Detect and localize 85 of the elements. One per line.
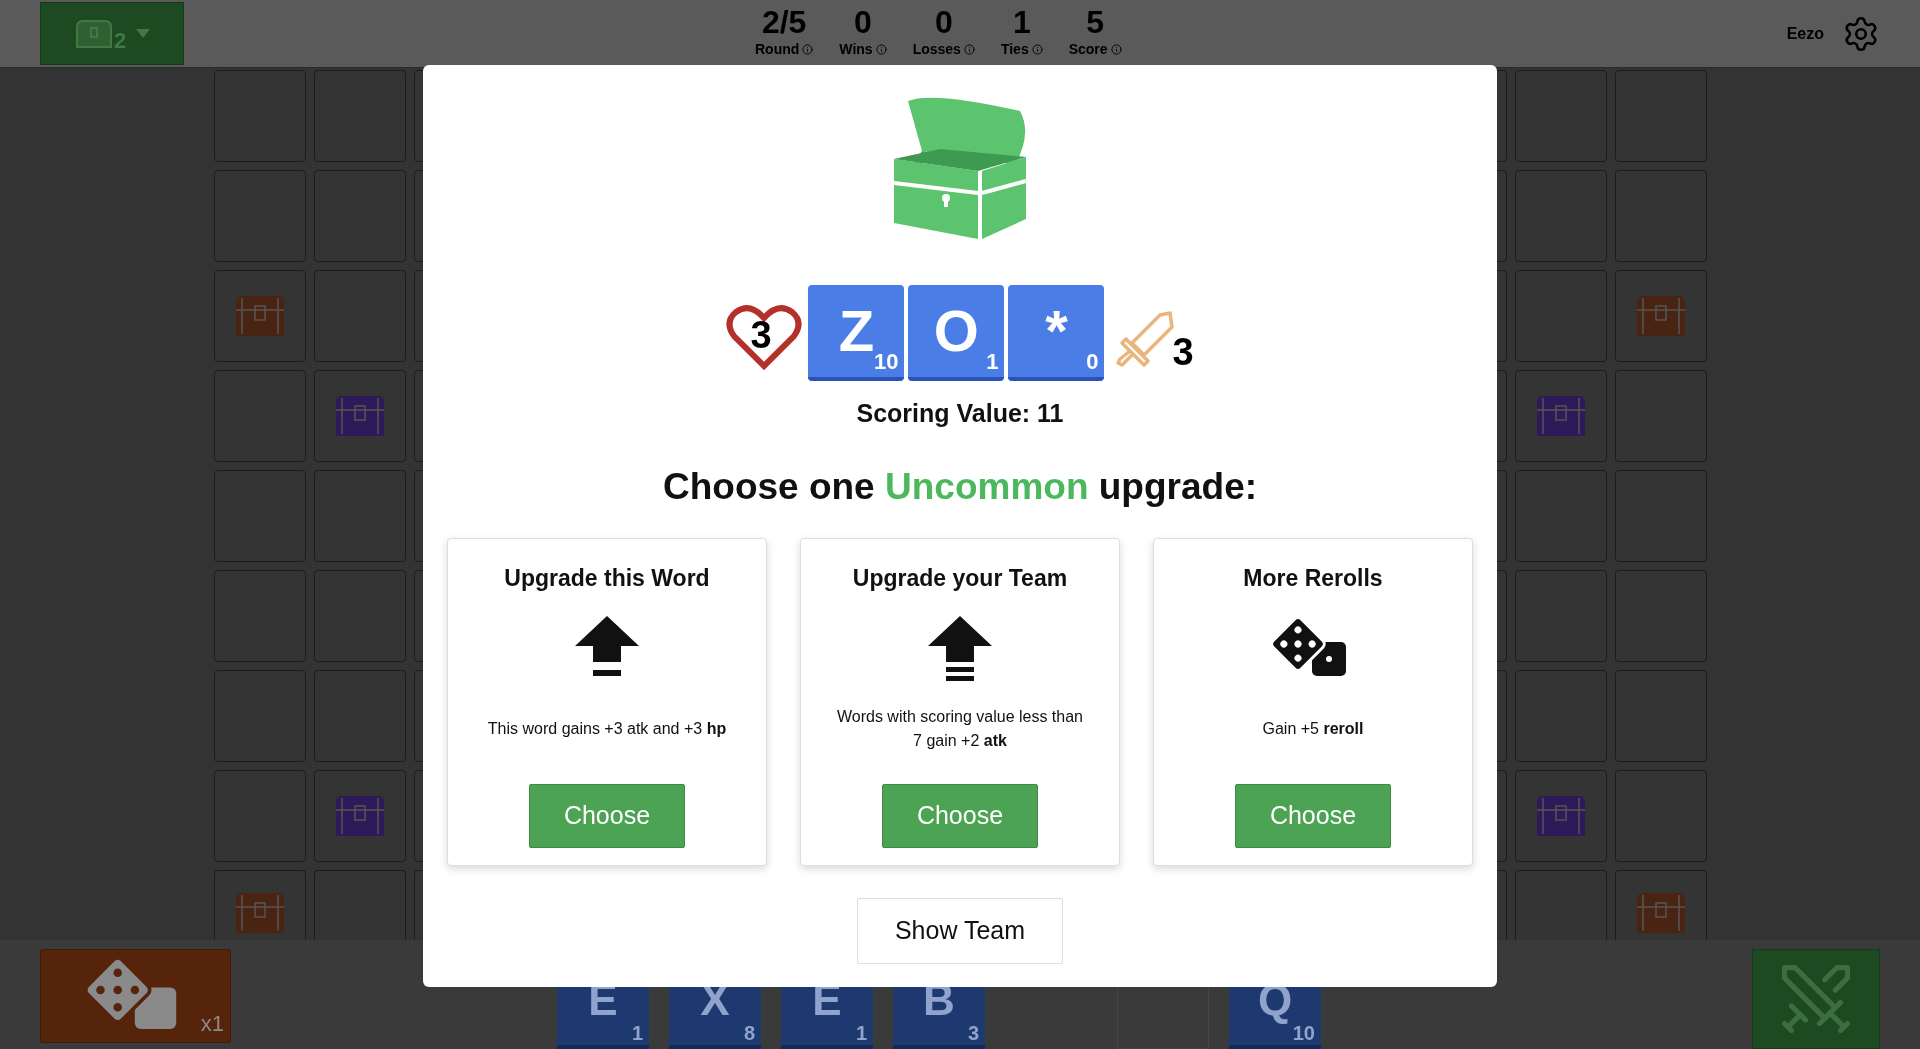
tile-points: 1: [631, 1023, 643, 1043]
reroll-button[interactable]: x1: [40, 949, 231, 1043]
stat-value: 0: [854, 4, 872, 40]
board-cell[interactable]: [1515, 70, 1607, 162]
upgrade-heading: Choose one Uncommon upgrade:: [662, 464, 1258, 509]
board-cell[interactable]: [314, 170, 406, 262]
tile-letter: *: [1045, 302, 1068, 360]
info-icon[interactable]: [963, 43, 975, 55]
stat-label: Ties: [1000, 40, 1029, 58]
board-cell[interactable]: [314, 270, 406, 362]
board-cell[interactable]: [1515, 870, 1607, 940]
tile-points: 1: [986, 351, 999, 373]
heart-icon: [726, 304, 803, 370]
board-cell[interactable]: [214, 870, 306, 940]
tile-points: 1: [855, 1023, 867, 1043]
board-cell[interactable]: [1615, 270, 1707, 362]
board-cell[interactable]: [1515, 170, 1607, 262]
stat-value: 2/5: [761, 4, 807, 40]
stat-label: Wins: [839, 40, 873, 58]
choose-button[interactable]: Choose: [529, 783, 685, 848]
show-team-button[interactable]: Show Team: [857, 898, 1063, 964]
stat-label: Score: [1068, 40, 1108, 58]
info-icon[interactable]: [802, 43, 814, 55]
board-cell[interactable]: [1515, 370, 1607, 462]
board-cell[interactable]: [1515, 770, 1607, 862]
board-cell[interactable]: [314, 670, 406, 762]
username: Eezo: [1786, 23, 1824, 44]
board-cell[interactable]: [214, 70, 306, 162]
tile-points: 3: [967, 1023, 979, 1043]
stat-value: 1: [1012, 4, 1031, 40]
choose-button[interactable]: Choose: [1235, 783, 1391, 848]
board-cell[interactable]: [1615, 170, 1707, 262]
card-title: Upgrade your Team: [852, 564, 1068, 593]
board-cell[interactable]: [1615, 70, 1707, 162]
board-cell[interactable]: [1515, 470, 1607, 562]
info-icon[interactable]: [875, 43, 887, 55]
atk-value: 3: [1172, 333, 1194, 371]
attack-button[interactable]: [1752, 949, 1880, 1049]
treasure-chest-icon: [73, 18, 114, 49]
board-cell[interactable]: [314, 870, 406, 940]
board-cell[interactable]: [1615, 870, 1707, 940]
tile-points: 0: [1086, 351, 1099, 373]
card-description: Gain +5 reroll: [1262, 718, 1364, 739]
choose-button[interactable]: Choose: [882, 783, 1038, 848]
board-cell[interactable]: [1515, 670, 1607, 762]
stat-label: Round: [755, 40, 800, 58]
stat-label: Losses: [912, 40, 961, 58]
caret-icon: [136, 29, 151, 38]
board-cell[interactable]: [1615, 370, 1707, 462]
board-cell[interactable]: [314, 570, 406, 662]
tile-points: 8: [743, 1023, 755, 1043]
board-cell[interactable]: [1515, 570, 1607, 662]
hp-value: 3: [750, 316, 772, 354]
board-cell[interactable]: [314, 370, 406, 462]
tile-letter: O: [933, 302, 979, 360]
tile-letter: Z: [838, 302, 875, 360]
board-cell[interactable]: [1615, 670, 1707, 762]
board-cell[interactable]: [1515, 270, 1607, 362]
card-title: Upgrade this Word: [504, 564, 710, 593]
board-cell[interactable]: [314, 770, 406, 862]
scoring-value: Scoring Value: 11: [856, 398, 1064, 429]
arrow-up-two-bars-icon: [926, 615, 994, 682]
stat-value: 5: [1086, 4, 1105, 40]
card-title: More Rerolls: [1243, 564, 1383, 593]
board-cell[interactable]: [214, 570, 306, 662]
info-icon[interactable]: [1031, 43, 1043, 55]
board-cell[interactable]: [1615, 570, 1707, 662]
board-cell[interactable]: [314, 470, 406, 562]
tile-points: 10: [873, 351, 899, 373]
board-cell[interactable]: [314, 70, 406, 162]
board-cell[interactable]: [214, 370, 306, 462]
reroll-count: x1: [200, 1010, 224, 1038]
board-cell[interactable]: [214, 770, 306, 862]
board-cell[interactable]: [214, 470, 306, 562]
board-cell[interactable]: [214, 270, 306, 362]
board-cell[interactable]: [214, 170, 306, 262]
card-description: This word gains +3 atk and +3 hp: [487, 718, 727, 739]
card-description: Words with scoring value less than 7 gain +2 atk: [835, 706, 1084, 751]
settings-icon[interactable]: [1842, 14, 1880, 53]
stat-value: 0: [934, 4, 953, 40]
board-cell[interactable]: [1615, 770, 1707, 862]
board-cell[interactable]: [1615, 470, 1707, 562]
tile-points: 10: [1292, 1023, 1315, 1043]
info-icon[interactable]: [1110, 43, 1122, 55]
board-cell[interactable]: [214, 670, 306, 762]
